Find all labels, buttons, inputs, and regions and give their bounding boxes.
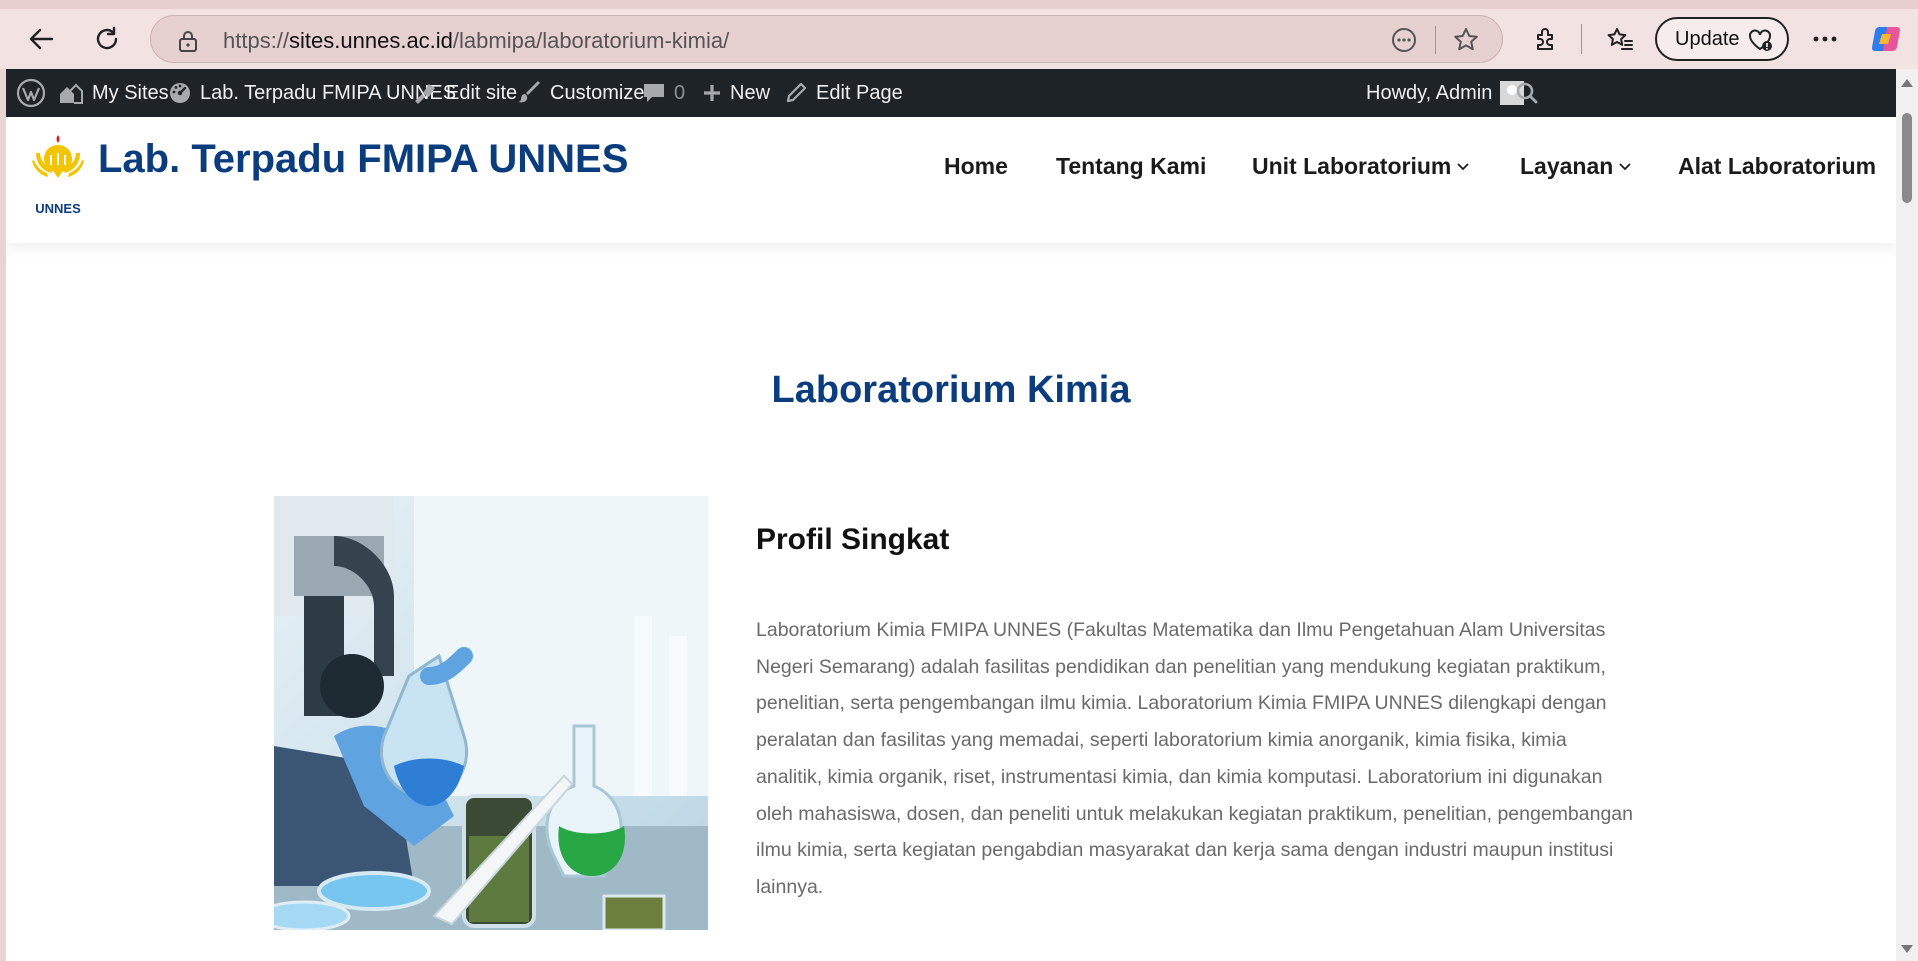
edit-site-label: Edit site	[446, 81, 518, 104]
nav-unit-laboratorium-label: Unit Laboratorium	[1252, 153, 1452, 179]
unnes-logo-icon	[32, 135, 84, 178]
favorite-star-icon[interactable]	[1453, 27, 1479, 53]
url-text: https://sites.unnes.ac.id/labmipa/labora…	[223, 28, 729, 54]
toolbar-separator	[1581, 24, 1582, 54]
lab-photo	[274, 496, 708, 930]
pencil-icon	[786, 82, 807, 103]
page-scrollbar[interactable]	[1896, 69, 1918, 961]
page-title: Laboratorium Kimia	[771, 369, 1131, 411]
site-title[interactable]: Lab. Terpadu FMIPA UNNES	[98, 137, 628, 182]
profile-paragraph: Laboratorium Kimia FMIPA UNNES (Fakultas…	[756, 619, 1633, 898]
new-content-menu[interactable]: New	[702, 69, 770, 117]
back-button[interactable]	[20, 18, 62, 60]
update-label: Update	[1675, 27, 1740, 50]
account-menu[interactable]: Howdy, Admin	[1366, 69, 1525, 117]
paintbrush-icon	[518, 81, 540, 103]
logo-text: UNNES	[35, 201, 81, 216]
nav-home-label: Home	[944, 153, 1008, 179]
chevron-down-icon	[1457, 162, 1469, 170]
edit-site-icon	[415, 84, 435, 104]
my-sites-icon	[60, 83, 83, 104]
copilot-button[interactable]	[1866, 19, 1906, 59]
nav-alat-laboratorium-label: Alat Laboratorium	[1678, 153, 1877, 179]
my-sites-label: My Sites	[92, 81, 169, 104]
url-path: /labmipa/laboratorium-kimia/	[452, 28, 730, 53]
edit-site-menu[interactable]: Edit site	[412, 69, 517, 117]
reload-button[interactable]	[86, 18, 128, 60]
lab-photo-illustration	[274, 496, 708, 930]
nav-unit-laboratorium[interactable]: Unit Laboratorium	[1252, 153, 1469, 180]
nav-alat-laboratorium[interactable]: Alat Laboratorium	[1678, 153, 1876, 180]
favorites-button[interactable]	[1600, 19, 1640, 59]
reload-icon	[96, 26, 118, 50]
scrollbar-thumb[interactable]	[1902, 113, 1912, 203]
plus-icon	[704, 85, 720, 101]
back-arrow-icon	[29, 28, 54, 50]
address-bar[interactable]: https://sites.unnes.ac.id/labmipa/labora…	[150, 15, 1503, 63]
site-header: UNNES Lab. Terpadu FMIPA UNNES Home Tent…	[6, 117, 1896, 243]
ellipsis-icon	[1813, 36, 1837, 42]
admin-search-button[interactable]	[1516, 69, 1538, 117]
customize-label: Customize	[550, 81, 645, 104]
health-heart-icon	[1749, 29, 1772, 51]
comments-menu[interactable]: 0	[642, 69, 685, 117]
nav-home[interactable]: Home	[944, 153, 1008, 180]
dashboard-icon	[170, 83, 190, 103]
nav-layanan[interactable]: Layanan	[1520, 153, 1631, 180]
settings-more-button[interactable]	[1805, 19, 1845, 59]
favorites-list-icon	[1607, 28, 1633, 50]
edit-page-link[interactable]: Edit Page	[784, 69, 903, 117]
extensions-button[interactable]	[1526, 19, 1566, 59]
nav-tentang-kami-label: Tentang Kami	[1056, 153, 1207, 179]
url-host: sites.unnes.ac.id	[289, 28, 453, 53]
edit-page-label: Edit Page	[816, 81, 903, 104]
wordpress-icon	[16, 78, 46, 108]
url-scheme: https://	[223, 28, 290, 53]
wp-logo-menu[interactable]	[16, 69, 46, 117]
my-sites-menu[interactable]: My Sites	[58, 69, 169, 117]
chevron-down-icon	[1619, 162, 1631, 170]
update-button[interactable]: Update	[1655, 17, 1789, 61]
more-options-circle-icon[interactable]	[1391, 27, 1417, 53]
wp-admin-bar: My Sites Lab. Terpadu FMIPA UNNES Edit s…	[6, 69, 1918, 117]
customize-menu[interactable]: Customize	[518, 69, 644, 117]
unnes-logo[interactable]	[30, 131, 86, 201]
scroll-down-arrow-icon[interactable]	[1901, 945, 1913, 953]
web-page: My Sites Lab. Terpadu FMIPA UNNES Edit s…	[6, 69, 1918, 961]
nav-tentang-kami[interactable]: Tentang Kami	[1056, 153, 1206, 180]
browser-toolbar: https://sites.unnes.ac.id/labmipa/labora…	[0, 0, 1918, 69]
new-label: New	[730, 81, 771, 104]
section-heading: Profil Singkat	[756, 523, 950, 556]
puzzle-icon	[1537, 28, 1553, 50]
howdy-label: Howdy, Admin	[1366, 81, 1493, 104]
scroll-up-arrow-icon[interactable]	[1901, 79, 1913, 87]
search-icon	[1516, 82, 1538, 104]
tab-strip	[0, 0, 1918, 9]
comments-count: 0	[674, 81, 686, 104]
copilot-icon	[1871, 26, 1901, 52]
address-separator	[1435, 26, 1436, 54]
nav-layanan-label: Layanan	[1520, 153, 1614, 179]
lock-icon	[179, 31, 197, 52]
comment-bubble-icon	[644, 84, 664, 102]
